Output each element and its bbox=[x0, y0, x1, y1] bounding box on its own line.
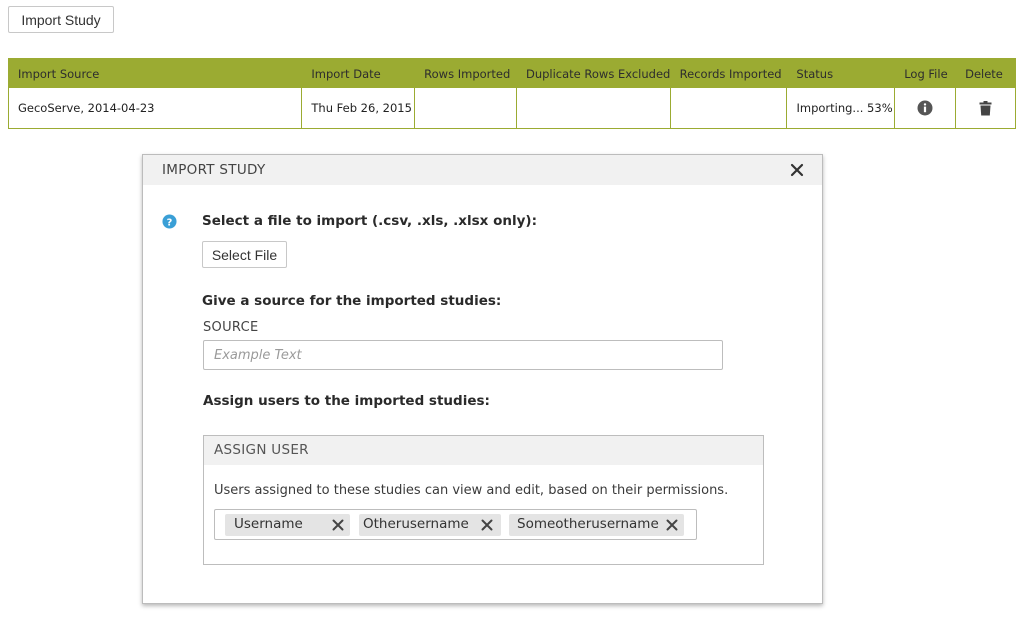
column-header-delete: Delete bbox=[965, 66, 1003, 81]
column-header-status[interactable]: Status bbox=[787, 59, 895, 88]
select-file-button[interactable]: Select File bbox=[202, 241, 287, 268]
cell-delete bbox=[956, 88, 1015, 128]
dialog-title: IMPORT STUDY bbox=[162, 162, 266, 178]
info-icon[interactable] bbox=[917, 100, 933, 116]
assign-user-header: ASSIGN USER bbox=[204, 436, 763, 465]
import-study-dialog: IMPORT STUDY ? Select a file to import (… bbox=[142, 154, 823, 604]
assign-users-prompt: Assign users to the imported studies: bbox=[203, 393, 490, 409]
cell-log-file bbox=[895, 88, 957, 128]
column-header-import-date[interactable]: Import Date bbox=[302, 59, 415, 88]
dialog-header: IMPORT STUDY bbox=[143, 155, 822, 185]
import-study-button[interactable]: Import Study bbox=[8, 6, 114, 33]
source-prompt: Give a source for the imported studies: bbox=[202, 293, 502, 309]
cell-import-date: Thu Feb 26, 2015 bbox=[302, 88, 416, 128]
user-tag: Otherusername bbox=[359, 514, 501, 536]
cell-records-imported bbox=[671, 88, 788, 128]
svg-text:?: ? bbox=[167, 217, 173, 228]
column-header-records-imported[interactable]: Records Imported bbox=[671, 59, 788, 88]
remove-user-icon[interactable] bbox=[332, 519, 344, 531]
cell-import-source: GecoServe, 2014-04-23 bbox=[9, 88, 303, 128]
user-tag-label: Someotherusername bbox=[517, 516, 659, 532]
cell-status: Importing... 53% bbox=[787, 88, 896, 128]
select-file-prompt: Select a file to import (.csv, .xls, .xl… bbox=[202, 213, 537, 229]
user-tag-input[interactable]: Username Otherusername Someotherusername bbox=[214, 509, 697, 540]
close-icon[interactable] bbox=[789, 162, 805, 178]
imports-table: Import Source Import Date Rows Imported … bbox=[8, 58, 1016, 129]
column-header-rows-imported[interactable]: Rows Imported bbox=[415, 59, 517, 88]
column-header-log-file: Log File bbox=[904, 66, 948, 81]
trash-icon[interactable] bbox=[979, 100, 992, 116]
user-tag-label: Otherusername bbox=[363, 516, 469, 532]
table-header-row: Import Source Import Date Rows Imported … bbox=[9, 59, 1015, 88]
user-tag-label: Username bbox=[234, 516, 303, 532]
cell-rows-imported bbox=[415, 88, 517, 128]
table-row: GecoServe, 2014-04-23 Thu Feb 26, 2015 I… bbox=[9, 88, 1015, 128]
user-tag: Username bbox=[225, 514, 350, 536]
page: Import Study Import Source Import Date R… bbox=[0, 0, 1024, 620]
remove-user-icon[interactable] bbox=[666, 519, 678, 531]
help-icon[interactable]: ? bbox=[162, 214, 177, 229]
assign-user-panel: ASSIGN USER Users assigned to these stud… bbox=[203, 435, 764, 565]
remove-user-icon[interactable] bbox=[481, 519, 493, 531]
user-tag: Someotherusername bbox=[509, 514, 684, 536]
cell-duplicate-rows bbox=[517, 88, 671, 128]
source-label: SOURCE bbox=[203, 320, 259, 335]
column-header-import-source[interactable]: Import Source bbox=[9, 59, 302, 88]
column-header-duplicate-rows[interactable]: Duplicate Rows Excluded bbox=[517, 59, 671, 88]
assign-user-description: Users assigned to these studies can view… bbox=[214, 483, 729, 498]
assign-user-title: ASSIGN USER bbox=[214, 442, 309, 458]
source-input[interactable] bbox=[203, 340, 723, 370]
